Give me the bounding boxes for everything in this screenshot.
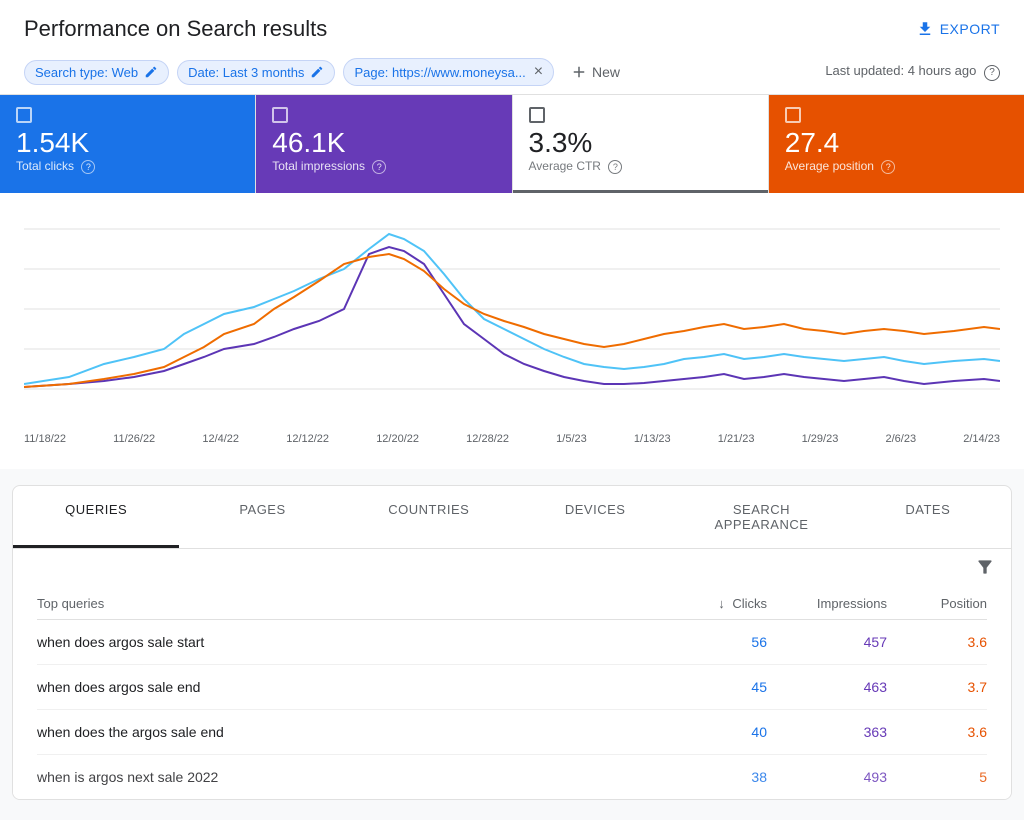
tab-queries[interactable]: QUERIES — [13, 486, 179, 548]
metric-checkbox-position[interactable] — [785, 107, 801, 123]
tab-devices[interactable]: DEVICES — [512, 486, 678, 548]
cell-impressions-0: 457 — [767, 634, 887, 650]
filter-icon — [975, 557, 995, 577]
metric-help-clicks[interactable]: ? — [81, 160, 95, 174]
download-icon — [916, 20, 934, 38]
table-row: when does argos sale start 56 457 3.6 — [37, 620, 987, 665]
page-title: Performance on Search results — [24, 16, 327, 42]
cell-clicks-3: 38 — [647, 769, 767, 785]
edit-icon-2 — [310, 65, 324, 79]
filter-icon-row — [13, 549, 1011, 588]
filter-chip-date[interactable]: Date: Last 3 months — [177, 60, 335, 85]
header: Performance on Search results EXPORT — [0, 0, 1024, 50]
cell-position-1: 3.7 — [887, 679, 987, 695]
export-button[interactable]: EXPORT — [916, 20, 1000, 38]
filters-left: Search type: Web Date: Last 3 months Pag… — [24, 58, 628, 86]
cell-query-0[interactable]: when does argos sale start — [37, 634, 647, 650]
metric-help-impressions[interactable]: ? — [372, 160, 386, 174]
cell-position-3: 5 — [887, 769, 987, 785]
tabs-row: QUERIES PAGES COUNTRIES DEVICES SEARCH A… — [13, 486, 1011, 549]
metric-help-ctr[interactable]: ? — [608, 160, 622, 174]
plus-icon — [570, 63, 588, 81]
cell-query-1[interactable]: when does argos sale end — [37, 679, 647, 695]
x-label-8: 1/21/23 — [718, 433, 755, 445]
last-updated: Last updated: 4 hours ago ? — [825, 63, 1000, 81]
close-chip-page[interactable]: × — [534, 63, 543, 81]
filters-row: Search type: Web Date: Last 3 months Pag… — [0, 50, 1024, 95]
x-label-0: 11/18/22 — [24, 433, 66, 445]
col-header-impressions: Impressions — [767, 596, 887, 611]
x-label-3: 12/12/22 — [286, 433, 329, 445]
col-header-position: Position — [887, 596, 987, 611]
metric-card-impressions[interactable]: 46.1K Total impressions ? — [256, 95, 511, 193]
metric-value-position: 27.4 — [785, 127, 1008, 159]
filter-chip-search-type[interactable]: Search type: Web — [24, 60, 169, 85]
sort-arrow-down: ↓ — [718, 596, 725, 611]
metric-value-clicks: 1.54K — [16, 127, 239, 159]
metric-checkbox-impressions[interactable] — [272, 107, 288, 123]
x-label-4: 12/20/22 — [376, 433, 419, 445]
x-label-6: 1/5/23 — [556, 433, 587, 445]
x-label-1: 11/26/22 — [113, 433, 155, 445]
cell-impressions-1: 463 — [767, 679, 887, 695]
x-label-5: 12/28/22 — [466, 433, 509, 445]
edit-icon — [144, 65, 158, 79]
cell-query-3[interactable]: when is argos next sale 2022 — [37, 769, 647, 785]
tab-pages[interactable]: PAGES — [179, 486, 345, 548]
cell-clicks-1: 45 — [647, 679, 767, 695]
chart-container — [24, 209, 1000, 429]
cell-position-0: 3.6 — [887, 634, 987, 650]
table-section: Top queries ↓ Clicks Impressions Positio… — [13, 588, 1011, 799]
filter-chip-page[interactable]: Page: https://www.moneysa... × — [343, 58, 554, 86]
table-row: when does argos sale end 45 463 3.7 — [37, 665, 987, 710]
x-label-10: 2/6/23 — [885, 433, 916, 445]
metric-value-ctr: 3.3% — [529, 127, 752, 159]
metric-checkbox-ctr[interactable] — [529, 107, 545, 123]
tab-search-appearance[interactable]: SEARCH APPEARANCE — [678, 486, 844, 548]
tab-dates[interactable]: DATES — [845, 486, 1011, 548]
add-filter-button[interactable]: New — [562, 59, 628, 85]
tab-countries[interactable]: COUNTRIES — [346, 486, 512, 548]
tabs-section: QUERIES PAGES COUNTRIES DEVICES SEARCH A… — [12, 485, 1012, 800]
col-header-clicks: ↓ Clicks — [647, 596, 767, 611]
metric-value-impressions: 46.1K — [272, 127, 495, 159]
col-header-query: Top queries — [37, 596, 647, 611]
metric-card-position[interactable]: 27.4 Average position ? — [769, 95, 1024, 193]
last-updated-help-icon[interactable]: ? — [984, 65, 1000, 81]
table-row: when is argos next sale 2022 38 493 5 — [37, 755, 987, 799]
line-chart — [24, 209, 1000, 429]
cell-clicks-0: 56 — [647, 634, 767, 650]
x-label-9: 1/29/23 — [802, 433, 839, 445]
x-label-11: 2/14/23 — [963, 433, 1000, 445]
metric-card-clicks[interactable]: 1.54K Total clicks ? — [0, 95, 255, 193]
table-filter-button[interactable] — [975, 557, 995, 580]
x-axis: 11/18/22 11/26/22 12/4/22 12/12/22 12/20… — [24, 429, 1000, 445]
metrics-row: 1.54K Total clicks ? 46.1K Total impress… — [0, 95, 1024, 193]
chart-section: 11/18/22 11/26/22 12/4/22 12/12/22 12/20… — [0, 193, 1024, 469]
cell-position-2: 3.6 — [887, 724, 987, 740]
metric-checkbox-clicks[interactable] — [16, 107, 32, 123]
metric-card-ctr[interactable]: 3.3% Average CTR ? — [513, 95, 768, 193]
cell-query-2[interactable]: when does the argos sale end — [37, 724, 647, 740]
table-row: when does the argos sale end 40 363 3.6 — [37, 710, 987, 755]
cell-impressions-3: 493 — [767, 769, 887, 785]
metric-help-position[interactable]: ? — [881, 160, 895, 174]
cell-impressions-2: 363 — [767, 724, 887, 740]
cell-clicks-2: 40 — [647, 724, 767, 740]
x-label-2: 12/4/22 — [202, 433, 239, 445]
x-label-7: 1/13/23 — [634, 433, 671, 445]
table-header: Top queries ↓ Clicks Impressions Positio… — [37, 588, 987, 620]
